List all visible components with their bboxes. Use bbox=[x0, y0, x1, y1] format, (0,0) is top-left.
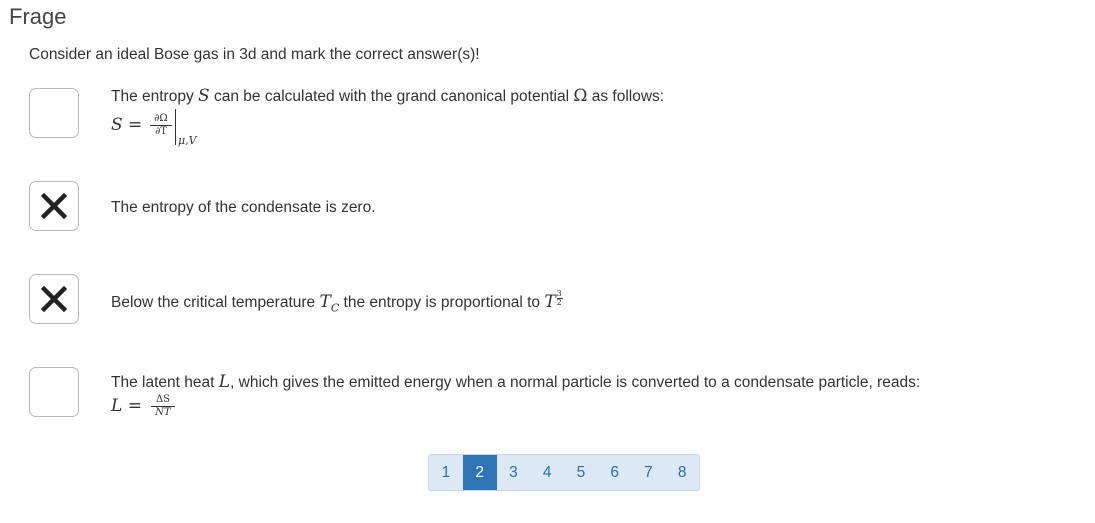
answer-2-checkbox[interactable] bbox=[29, 181, 79, 231]
answer-1-text-b: can be calculated with the grand canonic… bbox=[209, 88, 574, 105]
answer-4-text-a: The latent heat bbox=[111, 374, 219, 391]
page-link-4[interactable]: 4 bbox=[530, 455, 564, 490]
formula-subscript: μ,V bbox=[178, 134, 197, 147]
answer-1-text: The entropy S can be calculated with the… bbox=[111, 86, 664, 107]
answer-3-symbol-tc: TC bbox=[319, 292, 340, 315]
exponent-numerator: 3 bbox=[556, 289, 562, 298]
answer-3-symbol-t-power: T bbox=[544, 292, 556, 312]
page-link-2-active[interactable]: 2 bbox=[462, 455, 497, 490]
page-link-6[interactable]: 6 bbox=[598, 455, 632, 490]
page-link-5[interactable]: 5 bbox=[564, 455, 598, 490]
page-link-3[interactable]: 3 bbox=[497, 455, 531, 490]
page-link-8[interactable]: 8 bbox=[665, 455, 699, 490]
formula-numerator: ΔS bbox=[155, 394, 171, 405]
answer-3-text-b: the entropy is proportional to bbox=[339, 294, 545, 311]
question-text: Consider an ideal Bose gas in 3d and mar… bbox=[29, 46, 480, 63]
x-mark-icon bbox=[41, 193, 67, 219]
answer-1-symbol-omega: Ω bbox=[573, 86, 588, 106]
answer-1-checkbox[interactable] bbox=[29, 88, 79, 138]
answer-4-checkbox[interactable] bbox=[29, 367, 79, 417]
evaluation-bar bbox=[175, 109, 176, 145]
answer-1-text-a: The entropy bbox=[111, 88, 199, 105]
answer-1-symbol-s: S bbox=[198, 86, 210, 106]
exponent-denominator: 2 bbox=[556, 298, 562, 307]
page-link-1[interactable]: 1 bbox=[429, 455, 463, 490]
answer-4-text: The latent heat L, which gives the emitt… bbox=[111, 372, 920, 393]
page-title: Frage bbox=[9, 4, 67, 29]
answer-3-text-a: Below the critical temperature bbox=[111, 294, 320, 311]
answer-3-text: Below the critical temperature TC the en… bbox=[111, 289, 566, 318]
formula-lhs: S = bbox=[111, 115, 143, 135]
answer-1-text-c: as follows: bbox=[587, 88, 665, 105]
answer-3-symbol-t: T bbox=[319, 292, 331, 312]
answer-2-text: The entropy of the condensate is zero. bbox=[111, 199, 376, 216]
answer-3-checkbox[interactable] bbox=[29, 274, 79, 324]
answer-3-subscript-c: C bbox=[330, 301, 340, 315]
answer-4-text-b: , which gives the emitted energy when a … bbox=[230, 374, 921, 391]
formula-numerator: ∂Ω bbox=[154, 113, 168, 124]
pagination: 1 2 3 4 5 6 7 8 bbox=[428, 454, 700, 491]
answer-3-exponent: 32 bbox=[556, 289, 566, 312]
formula-denominator: ∂T bbox=[155, 126, 167, 137]
formula-lhs: L = bbox=[111, 396, 142, 416]
page-link-7[interactable]: 7 bbox=[632, 455, 666, 490]
x-mark-icon bbox=[41, 286, 67, 312]
formula-denominator: NT bbox=[155, 407, 171, 418]
answer-4-symbol-l: L bbox=[218, 372, 231, 392]
